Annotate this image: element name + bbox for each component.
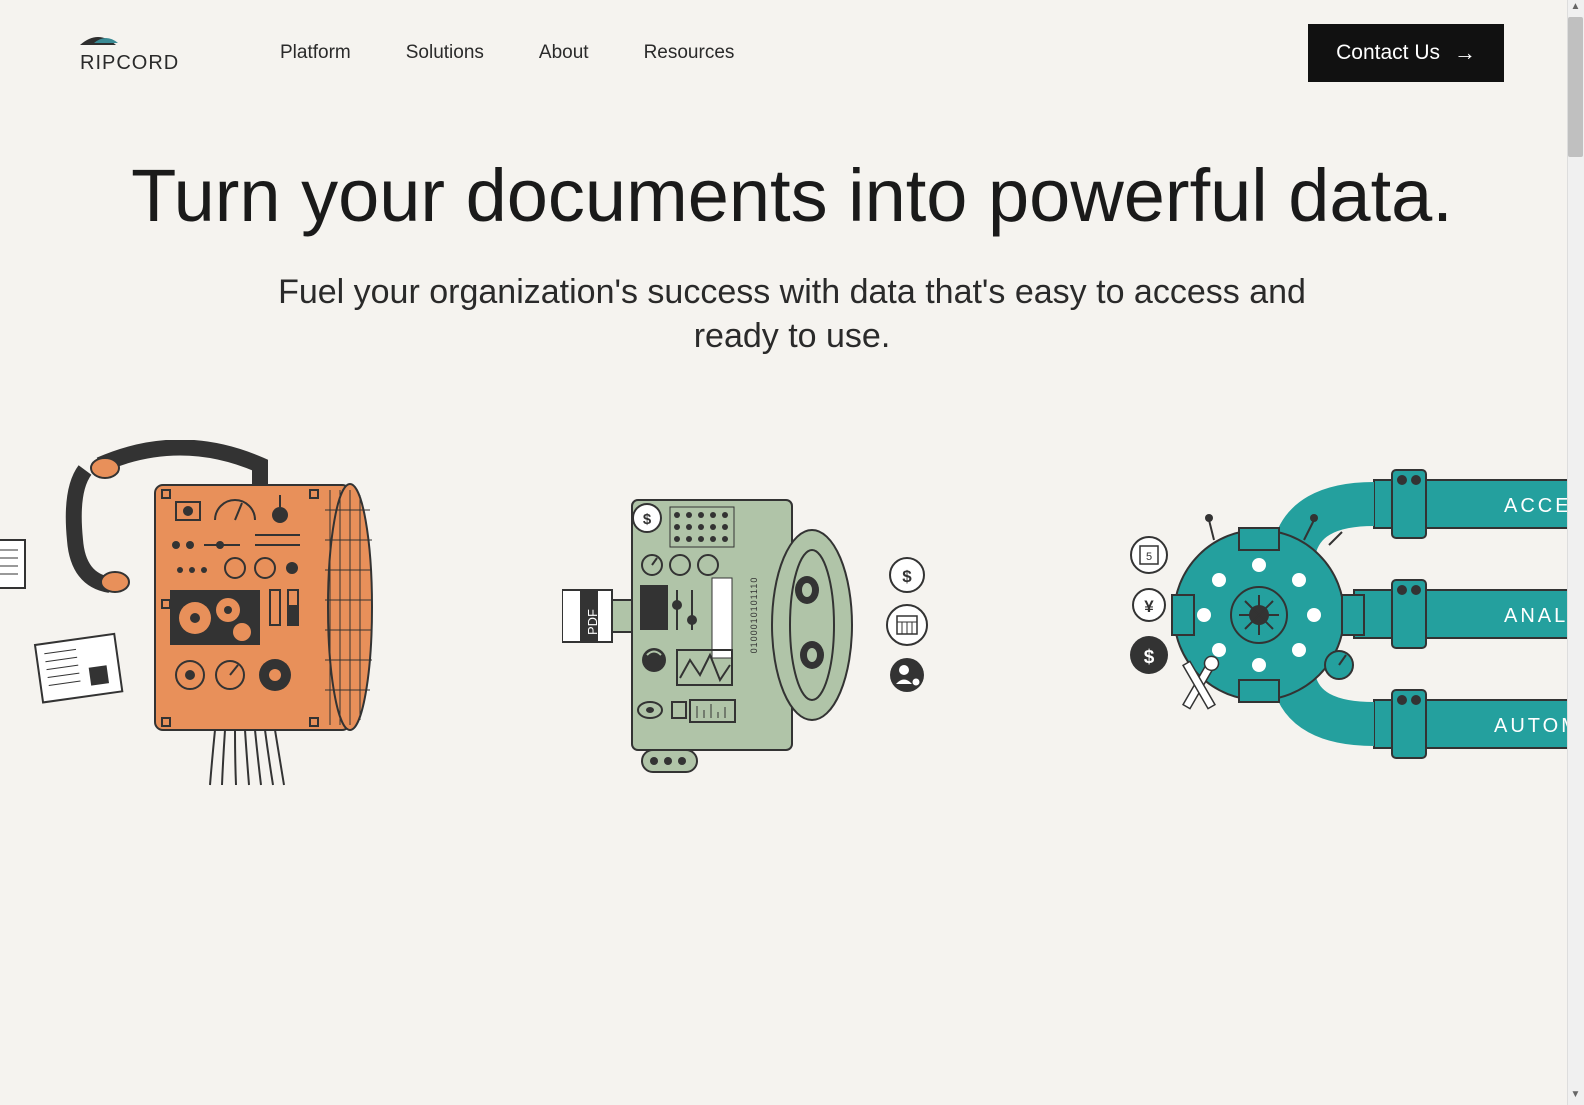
pdf-label: PDF (585, 609, 600, 635)
dollar-icon: $ (902, 567, 912, 586)
illustration-processor: PDF $ 0100010101110 (562, 460, 982, 780)
illustration-pipes: 5 ¥ $ ACCESS ANALYZE AUTOMATE (1124, 440, 1584, 800)
svg-text:¥: ¥ (1144, 597, 1154, 616)
binary-text: 0100010101110 (749, 577, 759, 654)
hero-subtitle: Fuel your organization's success with da… (267, 270, 1317, 358)
hero-title: Turn your documents into powerful data. (120, 156, 1464, 236)
nav-resources[interactable]: Resources (644, 42, 735, 64)
person-icon (890, 658, 924, 692)
main-nav: Platform Solutions About Resources (280, 42, 734, 64)
brand-logo[interactable]: RIPCORD (80, 33, 210, 73)
scroll-up-icon[interactable]: ▲ (1568, 1, 1583, 16)
svg-text:$: $ (643, 511, 652, 528)
hero-section: Turn your documents into powerful data. … (0, 106, 1584, 358)
nav-platform[interactable]: Platform (280, 42, 351, 64)
vertical-scrollbar[interactable]: ▲ ▼ (1567, 0, 1584, 1105)
scroll-down-icon[interactable]: ▼ (1568, 1089, 1583, 1104)
calendar-day: 5 (1146, 551, 1152, 563)
brand-text: RIPCORD (80, 52, 179, 73)
illustration-scanner (0, 440, 420, 800)
nav-solutions[interactable]: Solutions (406, 42, 484, 64)
contact-button[interactable]: Contact Us → (1308, 24, 1504, 82)
arrow-right-icon: → (1454, 40, 1476, 66)
contact-button-label: Contact Us (1336, 41, 1440, 65)
nav-about[interactable]: About (539, 42, 589, 64)
site-header: RIPCORD Platform Solutions About Resourc… (0, 0, 1584, 106)
hero-illustration: PDF $ 0100010101110 (0, 440, 1584, 800)
svg-text:$: $ (1144, 647, 1155, 668)
scrollbar-thumb[interactable] (1568, 17, 1583, 157)
